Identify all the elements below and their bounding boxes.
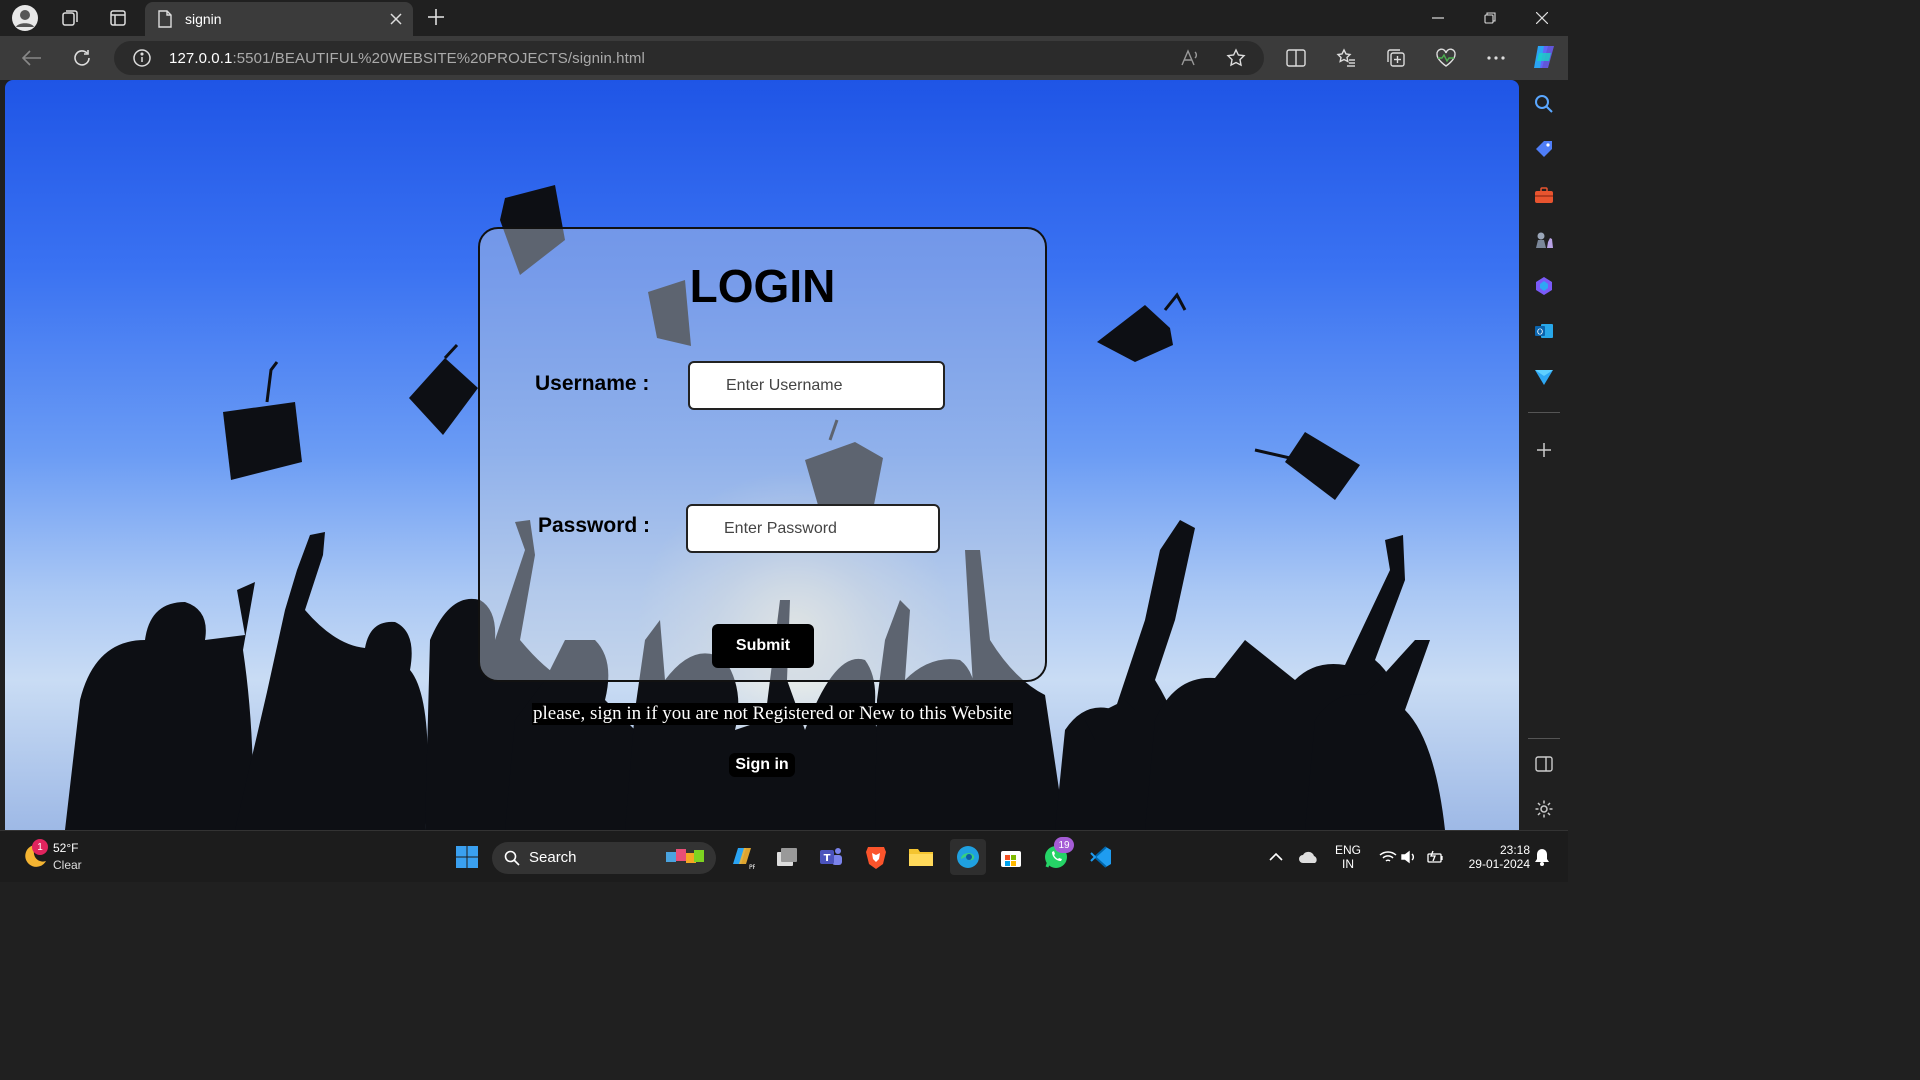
send-icon[interactable] [1532, 365, 1556, 389]
workspaces-icon[interactable] [55, 4, 85, 32]
svg-text:PRE: PRE [749, 864, 755, 870]
split-screen-icon[interactable] [1284, 46, 1308, 70]
url-host: 127.0.0.1 [169, 50, 233, 67]
copilot-icon[interactable] [1530, 43, 1558, 71]
whatsapp-badge: 19 [1054, 837, 1074, 853]
login-form-box: LOGIN Username : Password : Submit [478, 227, 1047, 682]
tab-title: signin [185, 11, 222, 27]
page-viewport: LOGIN Username : Password : Submit pleas… [5, 80, 1519, 830]
sidebar-divider [1528, 738, 1560, 739]
submit-button[interactable]: Submit [712, 624, 814, 668]
sign-in-button[interactable]: Sign in [729, 753, 795, 777]
weather-temp: 52°F [53, 841, 79, 855]
username-label: Username : [535, 372, 650, 395]
lang-line1: ENG [1334, 843, 1361, 857]
search-label: Search [529, 849, 577, 866]
password-label: Password : [538, 514, 651, 537]
windows-taskbar: 1 52°F Clear Search PRE T 19 E [0, 830, 1568, 882]
copilot-sidebar-icon[interactable] [1532, 274, 1556, 298]
new-tab-icon[interactable] [424, 5, 448, 29]
taskbar-search[interactable]: Search [492, 842, 716, 874]
onedrive-cloud-icon[interactable] [1295, 843, 1323, 871]
tools-briefcase-icon[interactable] [1532, 183, 1556, 207]
restore-icon[interactable] [1476, 6, 1504, 30]
search-icon[interactable] [1532, 92, 1556, 116]
edge-browser-icon[interactable] [950, 839, 986, 875]
weather-badge: 1 [32, 839, 48, 855]
refresh-icon[interactable] [70, 46, 94, 70]
search-highlight-icon [666, 849, 704, 863]
weather-desc: Clear [53, 858, 82, 872]
volume-icon[interactable] [1396, 843, 1424, 871]
weather-widget[interactable]: 1 [20, 839, 50, 871]
url-text[interactable]: 127.0.0.1:5501/BEAUTIFUL%20WEBSITE%20PRO… [169, 50, 645, 67]
tab-actions-icon[interactable] [103, 4, 133, 32]
language-indicator[interactable]: ENG IN [1330, 843, 1366, 871]
minimize-icon[interactable] [1424, 6, 1452, 30]
search-icon [504, 850, 520, 866]
outlook-icon[interactable]: O [1532, 319, 1556, 343]
hide-sidebar-icon[interactable] [1532, 752, 1556, 776]
svg-text:T: T [824, 853, 831, 864]
login-title: LOGIN [689, 260, 836, 312]
microsoft-store-icon[interactable] [997, 843, 1025, 871]
shopping-tag-icon[interactable] [1532, 137, 1556, 161]
username-input[interactable] [688, 361, 945, 410]
close-window-icon[interactable] [1528, 6, 1556, 30]
task-view-icon[interactable] [773, 843, 801, 871]
address-bar[interactable]: 127.0.0.1:5501/BEAUTIFUL%20WEBSITE%20PRO… [114, 41, 1264, 75]
profile-avatar-icon[interactable] [10, 4, 40, 32]
brave-browser-icon[interactable] [862, 843, 890, 871]
read-aloud-icon[interactable] [1180, 48, 1200, 73]
copilot-taskbar-icon[interactable]: PRE [728, 843, 756, 871]
clock-time: 23:18 [1499, 843, 1530, 857]
battery-icon[interactable] [1422, 843, 1450, 871]
svg-text:O: O [1537, 328, 1543, 337]
browser-toolbar: 127.0.0.1:5501/BEAUTIFUL%20WEBSITE%20PRO… [0, 36, 1568, 80]
favorites-icon[interactable] [1334, 46, 1358, 70]
notification-bell-icon[interactable] [1528, 843, 1556, 871]
whatsapp-icon[interactable]: 19 [1042, 837, 1074, 871]
site-info-icon[interactable] [132, 48, 152, 73]
sidebar-divider [1528, 412, 1560, 413]
add-app-icon[interactable] [1532, 438, 1556, 462]
close-tab-icon[interactable] [387, 10, 405, 28]
lang-line2: IN [1342, 857, 1354, 871]
page-icon [158, 10, 172, 28]
favorite-star-icon[interactable] [1226, 48, 1246, 73]
windows-start-icon[interactable] [453, 843, 481, 871]
settings-gear-icon[interactable] [1532, 797, 1556, 821]
tab-signin[interactable]: signin [145, 2, 413, 36]
show-hidden-icons-chevron-up-icon[interactable] [1262, 843, 1290, 871]
register-note-text: please, sign in if you are not Registere… [532, 703, 1013, 725]
url-path: :5501/BEAUTIFUL%20WEBSITE%20PROJECTS/sig… [232, 50, 645, 67]
browser-titlebar: signin [0, 0, 1568, 36]
clock[interactable]: 23:18 29-01-2024 [1452, 843, 1530, 871]
edge-sidebar: O [1520, 80, 1568, 830]
password-input[interactable] [686, 504, 940, 553]
file-explorer-icon[interactable] [907, 843, 935, 871]
browser-essentials-icon[interactable] [1434, 46, 1458, 70]
more-options-icon[interactable] [1484, 46, 1508, 70]
games-icon[interactable] [1532, 228, 1556, 252]
collections-icon[interactable] [1384, 46, 1408, 70]
vscode-icon[interactable] [1087, 843, 1115, 871]
back-icon[interactable] [20, 46, 44, 70]
teams-icon[interactable]: T [817, 843, 845, 871]
clock-date: 29-01-2024 [1468, 857, 1530, 871]
